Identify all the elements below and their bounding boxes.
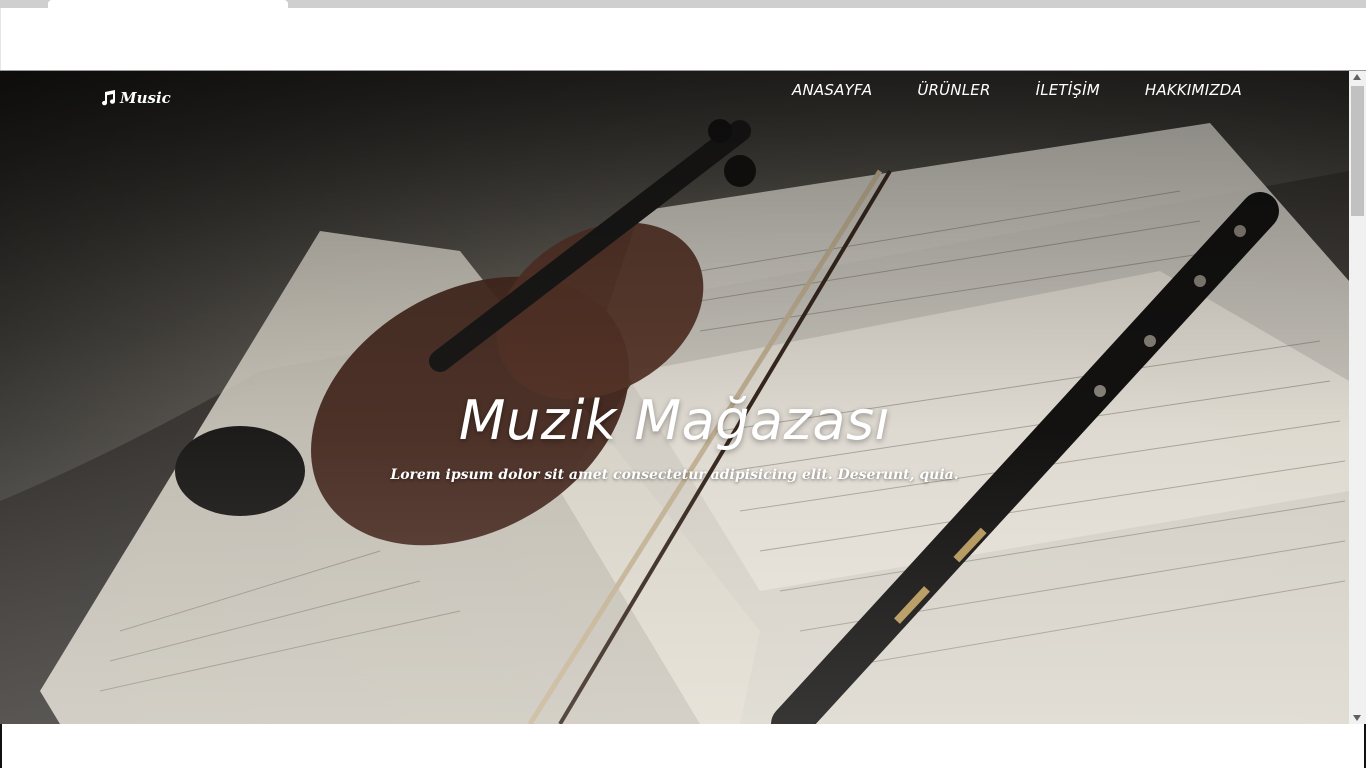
music-note-icon: [102, 90, 116, 106]
nav-link-urunler[interactable]: ÜRÜNLER: [917, 81, 990, 99]
scroll-down-arrow-icon[interactable]: [1353, 715, 1361, 721]
scroll-up-arrow-icon[interactable]: [1353, 74, 1361, 80]
browser-tab[interactable]: [48, 0, 288, 8]
hero-subtitle: Lorem ipsum dolor sit amet consectetur a…: [390, 467, 959, 483]
brand-name: Music: [120, 89, 171, 107]
nav-link-anasayfa[interactable]: ANASAYFA: [792, 81, 872, 99]
nav-link-hakkimizda[interactable]: HAKKIMIZDA: [1145, 81, 1242, 99]
browser-toolbar: [0, 8, 1366, 70]
hero-title: Muzik Mağazası: [458, 389, 891, 452]
hero-section: Music ANASAYFA ÜRÜNLER İLETİŞİM HAKKIMIZ…: [0, 71, 1349, 724]
page-below-fold: [0, 724, 1366, 768]
scrollbar-thumb[interactable]: [1351, 86, 1364, 216]
main-nav: ANASAYFA ÜRÜNLER İLETİŞİM HAKKIMIZDA: [792, 81, 1242, 99]
nav-link-iletisim[interactable]: İLETİŞİM: [1036, 81, 1100, 99]
brand-logo[interactable]: Music: [100, 89, 171, 107]
